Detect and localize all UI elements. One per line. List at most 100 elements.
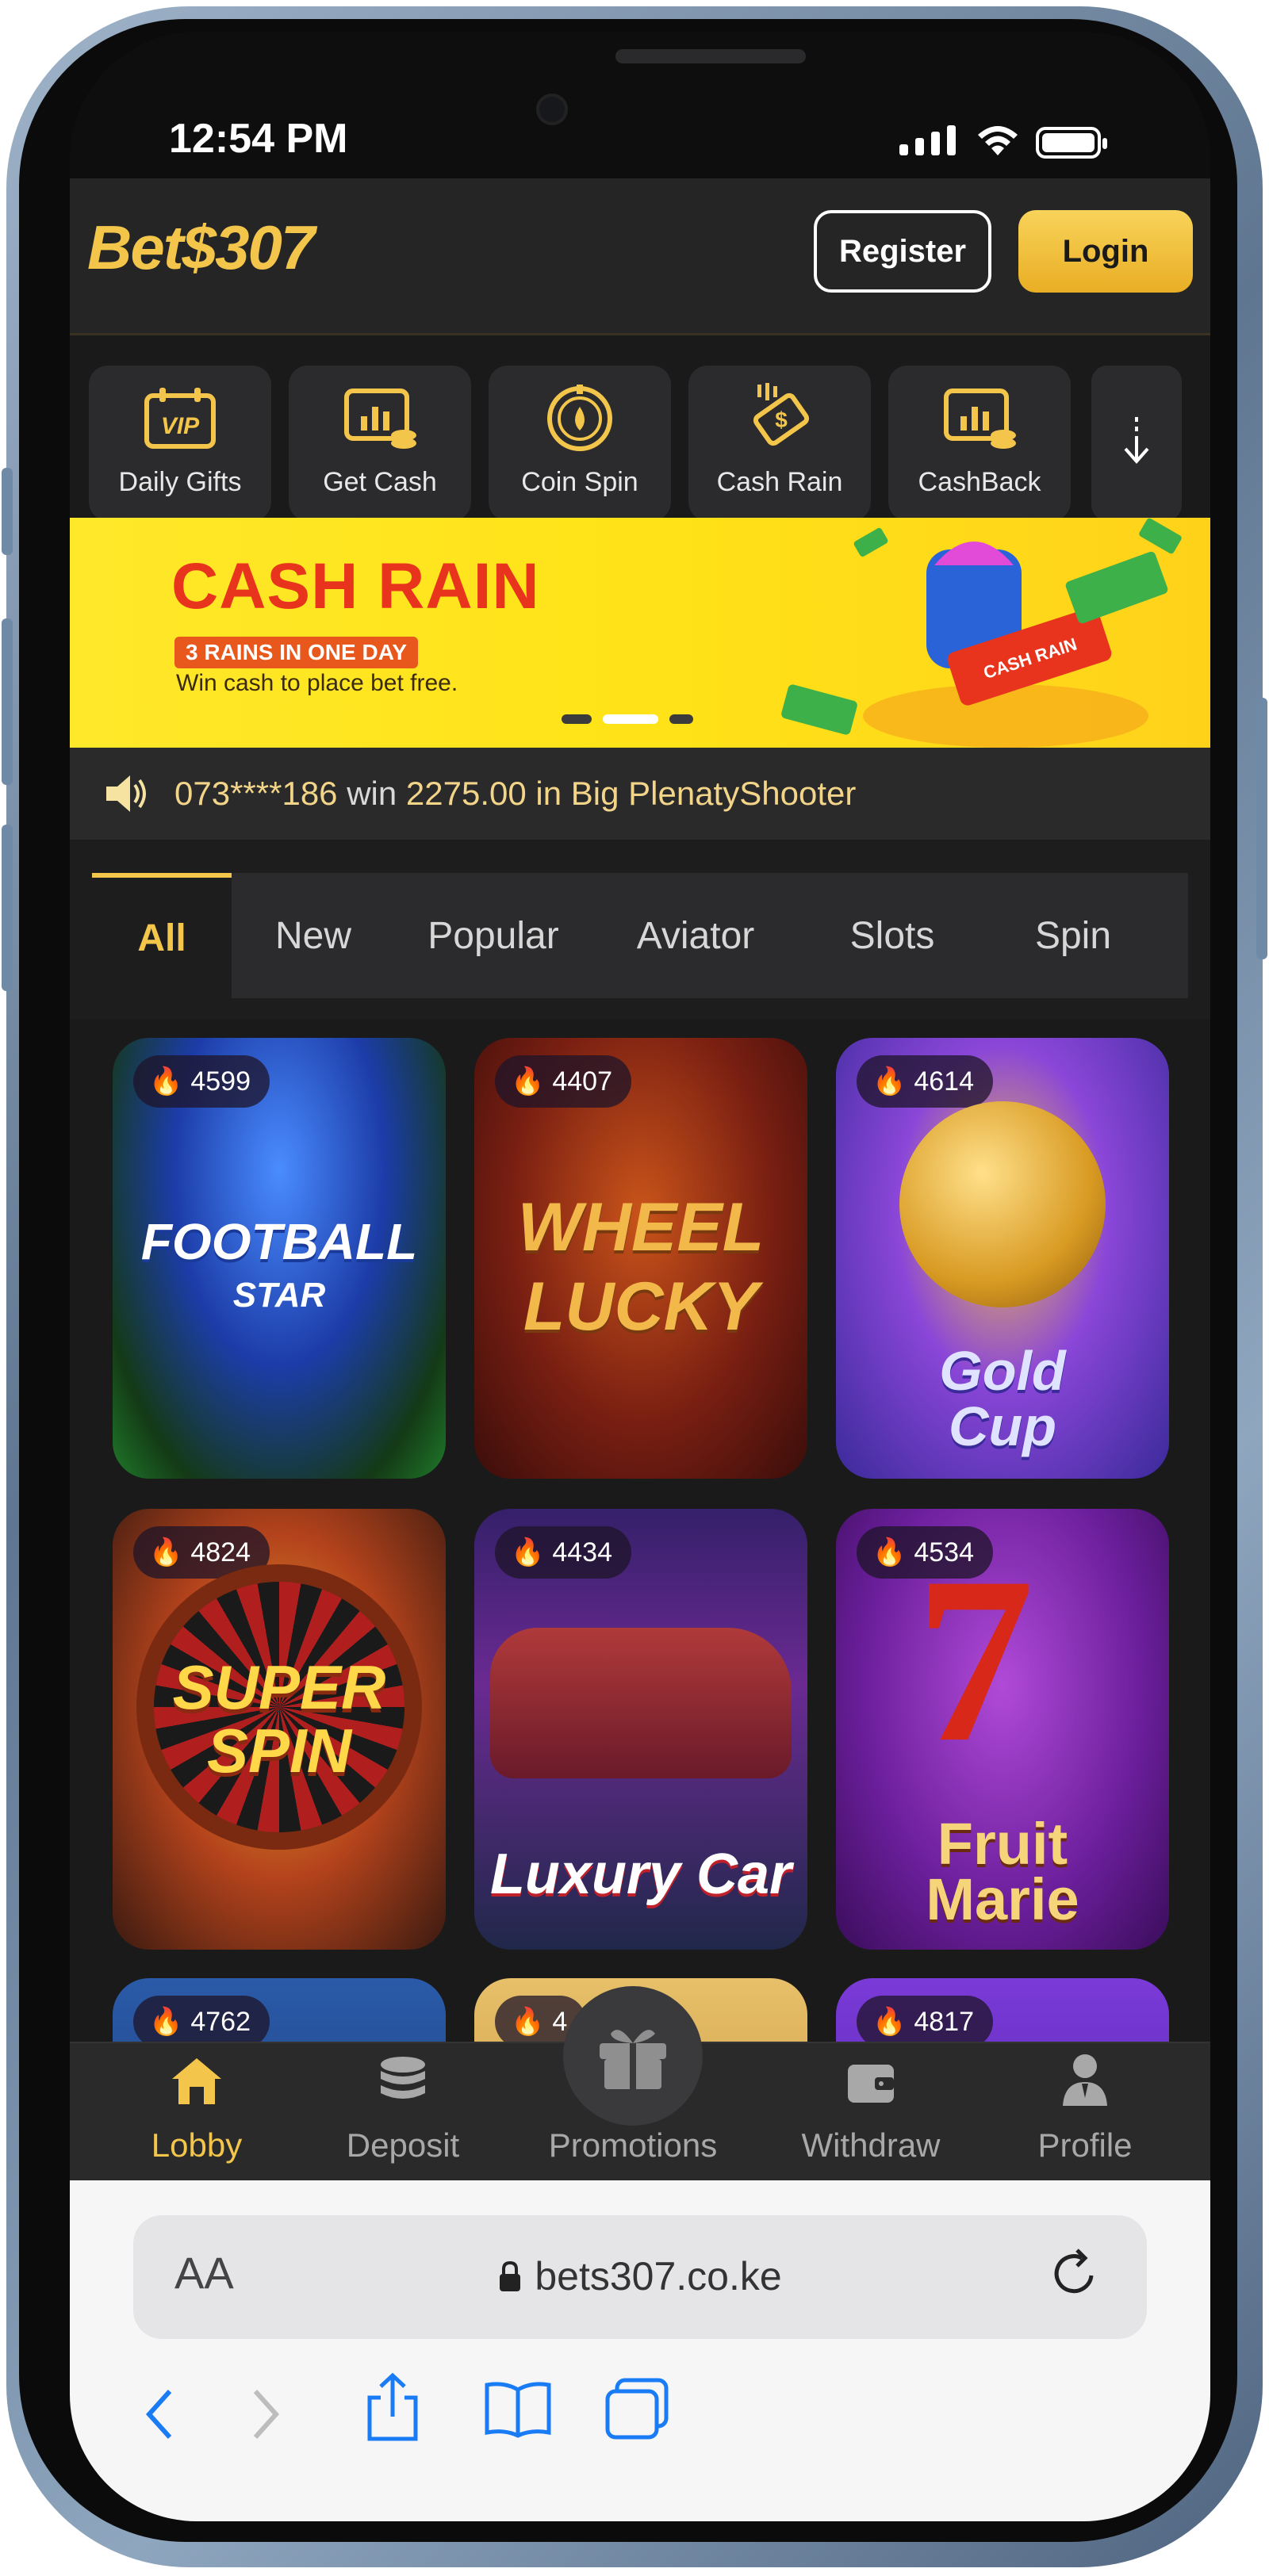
cash-rain-icon: $ (740, 383, 819, 454)
power-button (1256, 698, 1267, 959)
carousel-dot[interactable] (562, 714, 592, 724)
battery-icon (1036, 127, 1107, 159)
phone-screen: 12:54 PM Bet$307 Register Login VIP Dail… (70, 32, 1210, 2521)
game-subtitle: LUCKY (523, 1269, 759, 1345)
quick-menu-cash-rain[interactable]: $ Cash Rain (688, 366, 871, 521)
status-bar: 12:54 PM (70, 32, 1210, 178)
gift-icon (563, 1986, 703, 2126)
fire-icon: 🔥 (872, 2007, 907, 2037)
players-count: 4817 (914, 2006, 974, 2037)
reload-icon[interactable] (1050, 2245, 1102, 2306)
share-icon[interactable] (363, 2371, 422, 2448)
brand-logo[interactable]: Bet$307 (87, 212, 315, 284)
browser-toolbar (70, 2371, 1210, 2466)
quick-menu-label: CashBack (918, 467, 1041, 497)
players-badge: 🔥 4407 (495, 1055, 631, 1108)
volume-down-button (2, 825, 13, 991)
nav-label: Lobby (151, 2126, 243, 2164)
players-count: 4762 (190, 2006, 251, 2037)
ticker-message: 073****186 win 2275.00 in Big PlenatySho… (174, 775, 856, 813)
game-card[interactable]: 🔥 4817 (836, 1978, 1169, 2042)
front-camera (536, 94, 568, 125)
earpiece (615, 49, 806, 63)
quick-menu-label: Get Cash (323, 467, 437, 497)
register-button[interactable]: Register (814, 210, 991, 293)
address-bar[interactable]: AA bets307.co.ke (133, 2215, 1147, 2339)
nav-promotions[interactable]: Promotions (514, 1986, 752, 2182)
quick-menu-coin-spin[interactable]: Coin Spin (489, 366, 671, 521)
quick-menu-get-cash[interactable]: Get Cash (289, 366, 471, 521)
players-badge: 🔥 4762 (133, 1996, 270, 2042)
carousel-dot-active[interactable] (603, 714, 658, 724)
bookmarks-icon[interactable] (482, 2379, 554, 2443)
ball-icon (899, 1101, 1106, 1307)
home-icon (169, 2055, 224, 2115)
carousel-dots[interactable] (562, 714, 693, 724)
quick-menu-cashback[interactable]: CashBack (888, 366, 1071, 521)
ticker-game: in Big PlenatyShooter (535, 775, 857, 812)
game-title: FOOTBALL (140, 1213, 418, 1270)
arrow-down-icon (1119, 414, 1154, 473)
back-icon[interactable] (143, 2387, 174, 2446)
promo-banner[interactable]: CASH RAIN 3 RAINS IN ONE DAY Win cash to… (70, 518, 1210, 748)
nav-deposit[interactable]: Deposit (308, 2043, 498, 2182)
game-subtitle: Marie (926, 1866, 1079, 1932)
ticker-amount: 2275.00 (405, 775, 527, 812)
fire-icon: 🔥 (511, 1066, 545, 1097)
players-count: 4407 (552, 1066, 612, 1097)
tab-all[interactable]: All (92, 873, 232, 998)
tab-slots[interactable]: Slots (799, 873, 985, 998)
signal-icon (899, 125, 956, 155)
quick-menu-label: Cash Rain (716, 467, 843, 497)
nav-label: Withdraw (801, 2126, 941, 2164)
players-badge: 🔥 4599 (133, 1055, 270, 1108)
nav-lobby[interactable]: Lobby (102, 2043, 292, 2182)
game-title: Gold (939, 1340, 1066, 1402)
players-badge: 🔥 4434 (495, 1526, 631, 1579)
svg-text:$: $ (775, 408, 788, 432)
user-icon (1061, 2052, 1109, 2115)
fire-icon: 🔥 (511, 1537, 545, 1567)
quick-menu-more-button[interactable] (1091, 366, 1182, 521)
browser-chrome: AA bets307.co.ke (70, 2180, 1210, 2521)
banner-illustration: CASH RAIN (781, 518, 1182, 748)
game-title: Luxury Car (489, 1843, 792, 1906)
players-count: 4599 (190, 1066, 251, 1097)
nav-profile[interactable]: Profile (982, 2043, 1188, 2182)
game-card-football-star[interactable]: 🔥 4599 FOOTBALL STAR (113, 1038, 446, 1479)
game-card-fruit-marie[interactable]: 🔥 4534 7 Fruit Marie (836, 1509, 1169, 1950)
action-button (2, 468, 13, 555)
wifi-icon (974, 121, 1022, 163)
players-count: 4614 (914, 1066, 974, 1097)
banner-title: CASH RAIN (171, 550, 540, 622)
quick-menu-daily-gifts[interactable]: VIP Daily Gifts (89, 366, 271, 521)
speaker-icon (103, 770, 151, 817)
game-subtitle: STAR (232, 1276, 326, 1315)
game-card-luxury-car[interactable]: 🔥 4434 Luxury Car (474, 1509, 807, 1950)
tab-spin[interactable]: Spin (985, 873, 1161, 998)
game-card-gold-cup[interactable]: 🔥 4614 Gold Cup (836, 1038, 1169, 1479)
forward-icon[interactable] (251, 2387, 282, 2446)
game-subtitle: SPIN (206, 1716, 352, 1786)
quick-menu: VIP Daily Gifts Get Cash Coin Spin $ Cas… (70, 335, 1210, 521)
carousel-dot[interactable] (669, 714, 693, 724)
tabs-bar: All New Popular Aviator Slots Spin (92, 873, 1188, 998)
coins-icon (378, 2055, 428, 2115)
url-display[interactable]: bets307.co.ke (133, 2253, 1147, 2302)
game-card-super-spin[interactable]: 🔥 4824 SUPER SPIN (113, 1509, 446, 1950)
car-icon (490, 1628, 792, 1778)
tab-popular[interactable]: Popular (395, 873, 592, 998)
tabs-icon[interactable] (603, 2377, 671, 2446)
tab-aviator[interactable]: Aviator (592, 873, 799, 998)
ticker-word: win (347, 775, 397, 812)
game-card-wheel-lucky[interactable]: 🔥 4407 WHEEL LUCKY (474, 1038, 807, 1479)
login-button[interactable]: Login (1018, 210, 1193, 293)
game-card[interactable]: 🔥 4762 (113, 1978, 446, 2042)
banner-subtitle: Win cash to place bet free. (176, 670, 458, 696)
game-category-tabs: All New Popular Aviator Slots Spin (70, 840, 1210, 1019)
cash-chart-icon (340, 383, 420, 454)
seven-icon: 7 (915, 1528, 1034, 1791)
tab-new[interactable]: New (232, 873, 395, 998)
nav-withdraw[interactable]: Withdraw (776, 2043, 966, 2182)
players-badge: 🔥 4817 (857, 1996, 993, 2042)
